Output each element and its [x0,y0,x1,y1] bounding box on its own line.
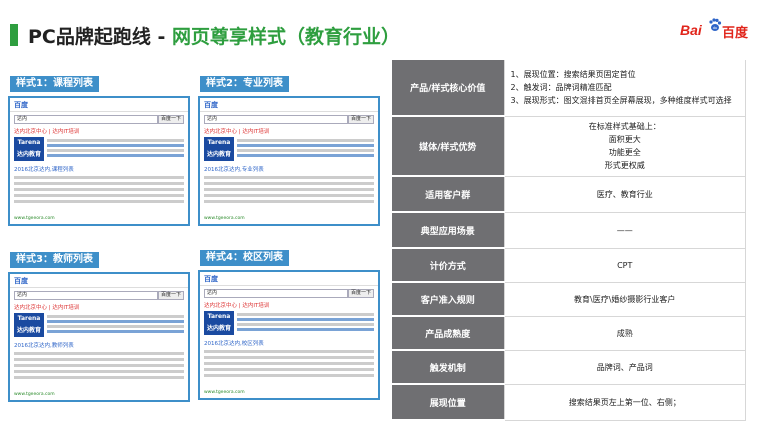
mock-ad-title: 达内北京中心 | 达内IT培训 [14,129,80,135]
table-row: 适用客户群 医疗、教育行业 [392,176,746,213]
value-line: 形式更权威 [604,161,645,170]
table-row: 客户准入规则 教育\医疗\婚纱摄影行业客户 [392,282,746,317]
mini-baidu-logo: 百度 [204,274,218,283]
title-accent: 网页尊享样式（教育行业） [172,26,401,48]
logo-text-right: 百度 [722,26,749,41]
brand-sub: 达内教育 [16,327,41,334]
mock-url: www.tgeeora.com [204,390,245,395]
mini-baidu-logo: 百度 [14,100,28,109]
mock-search: 达内 百度一下 [14,115,184,124]
mock-search-box: 达内 [14,115,158,124]
shot-label-1: 样式1：课程列表 [10,76,99,92]
screenshot-style-4: 百度 达内 百度一下 达内北京中心 | 达内IT培训 Tarena 达内教育 201… [198,270,380,400]
mock-url: www.tgeeora.com [14,216,55,221]
spec-table: 产品/样式核心价值 1、展现位置：搜索结果页固定首位 2、触发词：品牌词精准匹配… [392,60,746,421]
value-line: 面积更大 [608,135,641,144]
mock-search-box: 达内 [14,291,158,300]
row-key: 典型应用场景 [392,212,505,249]
row-value: 1、展现位置：搜索结果页固定首位 2、触发词：品牌词精准匹配 3、展现形式：图文… [504,60,746,117]
shot-label-2: 样式2：专业列表 [200,76,289,92]
row-value: —— [504,212,746,249]
table-row: 产品成熟度 成熟 [392,316,746,351]
title-accent-bar [10,24,18,46]
mock-search: 达内 百度一下 [204,289,374,298]
mock-header: 百度 [200,272,378,286]
row-value: 教育\医疗\婚纱摄影行业客户 [504,282,746,317]
screenshot-style-1: 百度 达内 百度一下 达内北京中心 | 达内IT培训 Tarena 达内教育 201… [8,96,190,226]
value-line: 3、展现形式：图文混排首页全屏幕展现，多种维度样式可选择 [510,96,732,106]
mini-baidu-logo: 百度 [14,276,28,285]
value-line: 在标准样式基础上： [588,122,661,131]
title-main: PC品牌起跑线 - [28,26,172,48]
mock-header: 百度 [10,274,188,288]
screenshot-style-3: 百度 达内 百度一下 达内北京中心 | 达内IT培训 Tarena 达内教育 201… [8,272,190,402]
mock-search: 达内 百度一下 [204,115,374,124]
mock-search-box: 达内 [204,115,348,124]
baidu-logo: Bai du 百度 [680,16,750,46]
table-row: 计价方式 CPT [392,248,746,283]
row-value: CPT [504,248,746,283]
brand-sub: 达内教育 [206,151,231,158]
brand: Tarena [207,139,231,146]
mock-section-title: 2016北京达内,课程列表 [14,167,74,173]
row-key: 媒体/样式优势 [392,116,505,177]
value-line: 1、展现位置：搜索结果页固定首位 [510,70,636,80]
mock-ad-title: 达内北京中心 | 达内IT培训 [204,129,270,135]
row-key: 适用客户群 [392,176,505,213]
mock-section-title: 2016北京达内,校区列表 [204,341,264,347]
logo-text-left: Bai [680,22,702,38]
shot-label-4: 样式4：校区列表 [200,250,289,266]
table-row: 典型应用场景 —— [392,212,746,249]
tarena-logo: Tarena 达内教育 [14,313,44,337]
mock-search-button: 百度一下 [348,115,374,124]
logo-mark: du [713,25,717,30]
mock-section-title: 2016北京达内,专业列表 [204,167,264,173]
shot-label-3: 样式3：教师列表 [10,252,99,268]
brand: Tarena [17,315,41,322]
row-value: 搜索结果页左上第一位、右侧； [504,384,746,421]
table-row: 产品/样式核心价值 1、展现位置：搜索结果页固定首位 2、触发词：品牌词精准匹配… [392,60,746,117]
value-line: 2、触发词：品牌词精准匹配 [510,83,612,93]
mock-search-box: 达内 [204,289,348,298]
mock-header: 百度 [10,98,188,112]
table-row: 媒体/样式优势 在标准样式基础上： 面积更大 功能更全 形式更权威 [392,116,746,177]
mock-ad-title: 达内北京中心 | 达内IT培训 [14,305,80,311]
mock-url: www.tgeeora.com [204,216,245,221]
row-key: 产品成熟度 [392,316,505,351]
tarena-logo: Tarena 达内教育 [204,311,234,335]
brand-sub: 达内教育 [206,325,231,332]
page-title: PC品牌起跑线 - 网页尊享样式（教育行业） [28,22,400,49]
mock-ad-title: 达内北京中心 | 达内IT培训 [204,303,270,309]
row-key: 产品/样式核心价值 [392,60,505,117]
mock-search: 达内 百度一下 [14,291,184,300]
brand: Tarena [17,139,41,146]
value-line: 功能更全 [608,148,641,157]
table-row: 触发机制 品牌词、产品词 [392,350,746,385]
screenshot-style-2: 百度 达内 百度一下 达内北京中心 | 达内IT培训 Tarena 达内教育 201… [198,96,380,226]
row-key: 展现位置 [392,384,505,421]
mock-header: 百度 [200,98,378,112]
brand: Tarena [207,313,231,320]
row-value: 在标准样式基础上： 面积更大 功能更全 形式更权威 [504,116,746,177]
table-row: 展现位置 搜索结果页左上第一位、右侧； [392,384,746,421]
brand-sub: 达内教育 [16,151,41,158]
row-key: 计价方式 [392,248,505,283]
mock-section-title: 2016北京达内,教师列表 [14,343,74,349]
mock-search-button: 百度一下 [348,289,374,298]
tarena-logo: Tarena 达内教育 [204,137,234,161]
row-key: 客户准入规则 [392,282,505,317]
row-key: 触发机制 [392,350,505,385]
paw-icon: du [709,18,722,31]
tarena-logo: Tarena 达内教育 [14,137,44,161]
mock-url: www.tgeeora.com [14,392,55,397]
row-value: 品牌词、产品词 [504,350,746,385]
mini-baidu-logo: 百度 [204,100,218,109]
row-value: 医疗、教育行业 [504,176,746,213]
mock-search-button: 百度一下 [158,291,184,300]
row-value: 成熟 [504,316,746,351]
mock-search-button: 百度一下 [158,115,184,124]
